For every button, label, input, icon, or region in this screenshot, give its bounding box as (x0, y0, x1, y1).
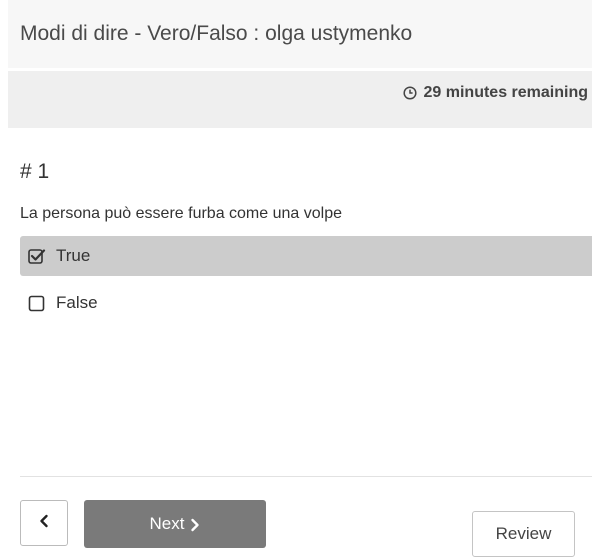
quiz-title-bar: Modi di dire - Vero/Falso : olga ustymen… (8, 0, 592, 68)
option-false[interactable]: False (20, 283, 592, 323)
option-label: True (56, 246, 91, 265)
option-label: False (56, 293, 98, 312)
next-button[interactable]: Next (84, 500, 266, 548)
next-button-label: Next (149, 514, 185, 533)
timer-bar: 29 minutes remaining (8, 71, 592, 128)
chevron-left-icon (39, 514, 49, 533)
time-remaining-text: 29 minutes remaining (423, 84, 589, 101)
quiz-title: Modi di dire - Vero/Falso : olga ustymen… (20, 22, 413, 45)
clock-icon (402, 86, 417, 100)
previous-button[interactable] (20, 500, 68, 546)
question-number: # 1 (20, 160, 50, 183)
chevron-right-icon (190, 517, 200, 532)
footer-divider (20, 476, 592, 477)
empty-checkbox-icon[interactable] (28, 294, 46, 312)
time-remaining: 29 minutes remaining (402, 84, 589, 102)
option-true[interactable]: True (20, 236, 592, 276)
question-text: La persona può essere furba come una vol… (20, 205, 342, 222)
review-button[interactable]: Review (472, 511, 575, 557)
checked-checkbox-icon[interactable] (28, 247, 46, 265)
